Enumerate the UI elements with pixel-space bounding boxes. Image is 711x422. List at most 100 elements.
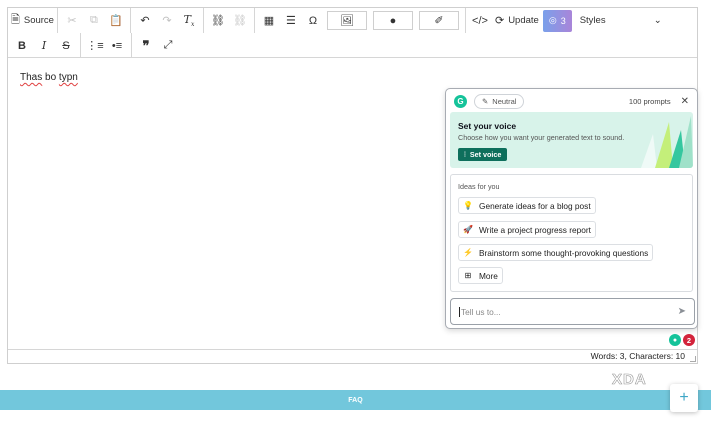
notification-count: 3 (560, 15, 566, 26)
toolbar-group-links: ⛓ ⛓ (204, 8, 255, 33)
notifications-button[interactable]: ◎ 3 (542, 9, 572, 32)
lightbulb-icon: 💡 (463, 201, 473, 210)
link-icon: ⛓ (210, 15, 225, 27)
refresh-icon: ⟳ (494, 15, 505, 27)
idea-item[interactable]: 💡 Generate ideas for a blog post (458, 197, 596, 214)
toolbar-group-insert: ▦ ☰ Ω 🖼 ● ✐ (255, 8, 466, 33)
watermark-text: XDA (612, 371, 647, 389)
embed-button[interactable]: ✐ (418, 11, 459, 30)
misspelled-word[interactable]: typn (59, 72, 78, 83)
code-button[interactable]: </> (469, 11, 491, 31)
special-char-button[interactable]: Ω (302, 11, 324, 31)
strikethrough-icon: S (62, 39, 70, 52)
update-button[interactable]: ⟳ Update (491, 11, 543, 31)
copy-button[interactable]: ⧉ (83, 11, 105, 31)
italic-icon: I (41, 39, 47, 52)
tone-selector[interactable]: ✎ Neutral (474, 93, 525, 109)
table-button[interactable]: ▦ (258, 11, 280, 31)
strike-button[interactable]: S (55, 36, 77, 56)
horizontal-line-button[interactable]: ☰ (280, 11, 302, 31)
page: 🗎 Source ✂ ⧉ 📋 ↶ ↷ Tx ⛓ ⛓ ▦ ☰ Ω 🖼 ● ✐ </… (0, 0, 711, 422)
ideas-section: Ideas for you 💡 Generate ideas for a blo… (450, 174, 693, 292)
update-label: Update (508, 15, 539, 26)
voice-description: Choose how you want your generated text … (458, 133, 625, 142)
editor-content[interactable]: Thas bo typn (20, 72, 78, 83)
styles-dropdown[interactable]: Styles ⌄ (572, 11, 670, 31)
bold-icon: B (18, 39, 26, 52)
set-voice-label: Set voice (469, 150, 502, 159)
toolbar-group-history: ↶ ↷ Tx (131, 8, 204, 33)
add-button[interactable]: + (670, 384, 698, 412)
idea-label: Brainstorm some thought-provoking questi… (479, 247, 649, 258)
more-ideas-button[interactable]: ⊞ More (458, 267, 503, 284)
play-icon: ● (389, 14, 397, 27)
voice-title: Set your voice (458, 121, 517, 131)
toolbar-row-2: B I S ⋮≡ •≡ ❞ ⤢ (8, 33, 182, 58)
bulleted-list-button[interactable]: •≡ (106, 36, 128, 56)
grammarly-panel: G ✎ Neutral 100 prompts ✕ Set your voice… (445, 88, 698, 329)
undo-icon: ↶ (140, 15, 150, 27)
idea-item[interactable]: 🚀 Write a project progress report (458, 221, 596, 238)
image-button[interactable]: 🖼 (326, 11, 367, 30)
voice-illustration (641, 116, 693, 168)
italic-button[interactable]: I (33, 36, 55, 56)
send-icon[interactable]: ➤ (678, 306, 686, 317)
waveform-icon: ⫶ (464, 149, 466, 159)
code-icon: </> (472, 14, 488, 27)
toolbar-group-lists: ⋮≡ •≡ (81, 33, 132, 58)
maximize-icon: ⤢ (163, 39, 173, 51)
numbered-list-icon: ⋮≡ (86, 40, 104, 52)
plus-icon: + (679, 389, 689, 406)
unlink-icon: ⛓ (232, 15, 247, 27)
resize-handle[interactable] (690, 356, 696, 362)
faq-bar[interactable]: FAQ (0, 390, 711, 410)
cut-button[interactable]: ✂ (61, 11, 83, 31)
link-button[interactable]: ⛓ (207, 11, 229, 31)
ideas-header: Ideas for you (458, 182, 500, 191)
copy-icon: ⧉ (90, 14, 98, 26)
close-icon[interactable]: ✕ (681, 96, 689, 107)
bold-button[interactable]: B (11, 36, 33, 56)
tone-label: Neutral (492, 96, 517, 106)
blockquote-button[interactable]: ❞ (135, 36, 157, 56)
styles-label: Styles (579, 15, 606, 26)
maximize-button[interactable]: ⤢ (157, 36, 179, 56)
toolbar-group-clipboard: ✂ ⧉ 📋 (58, 8, 131, 33)
paste-button[interactable]: 📋 (105, 11, 127, 31)
horizontal-line-icon: ☰ (286, 15, 296, 27)
rocket-icon: 🚀 (463, 225, 473, 234)
prompts-count: 100 prompts (628, 96, 671, 106)
suggestion-count-badge[interactable]: 2 (683, 334, 695, 346)
grammarly-float-icon[interactable]: ● (669, 334, 681, 346)
toolbar-group-source: 🗎 Source (8, 8, 58, 33)
prompt-placeholder: Tell us to... (461, 306, 501, 317)
source-button[interactable]: 🗎 Source (11, 11, 54, 31)
paste-icon: 📋 (109, 15, 123, 27)
numbered-list-button[interactable]: ⋮≡ (84, 36, 106, 56)
cut-icon: ✂ (67, 15, 77, 27)
remove-format-icon: Tx (183, 12, 195, 29)
grammarly-logo-icon: G (454, 94, 467, 108)
toolbar-group-basic: B I S (8, 33, 81, 58)
chevron-down-icon: ⌄ (653, 15, 662, 26)
quote-icon: ❞ (142, 37, 150, 53)
remove-format-button[interactable]: Tx (178, 11, 200, 31)
image-icon: 🖼 (339, 15, 354, 27)
idea-label: More (479, 270, 498, 281)
table-icon: ▦ (263, 15, 275, 27)
lightning-icon: ⚡ (463, 248, 473, 257)
pen-icon: ✎ (482, 96, 489, 106)
redo-button[interactable]: ↷ (156, 11, 178, 31)
toolbar-row-1: 🗎 Source ✂ ⧉ 📋 ↶ ↷ Tx ⛓ ⛓ ▦ ☰ Ω 🖼 ● ✐ </… (8, 8, 697, 33)
video-button[interactable]: ● (372, 11, 413, 30)
idea-item[interactable]: ⚡ Brainstorm some thought-provoking ques… (458, 244, 654, 261)
unlink-button[interactable]: ⛓ (229, 11, 251, 31)
idea-label: Write a project progress report (479, 224, 591, 235)
prompt-input[interactable]: Tell us to... ➤ (450, 298, 695, 325)
grid-plus-icon: ⊞ (464, 271, 472, 280)
undo-button[interactable]: ↶ (134, 11, 156, 31)
misspelled-word[interactable]: Thas (20, 72, 42, 83)
panel-header: G ✎ Neutral 100 prompts ✕ (446, 89, 697, 113)
xda-watermark: XDA (612, 371, 647, 389)
set-voice-button[interactable]: ⫶ Set voice (458, 148, 508, 161)
